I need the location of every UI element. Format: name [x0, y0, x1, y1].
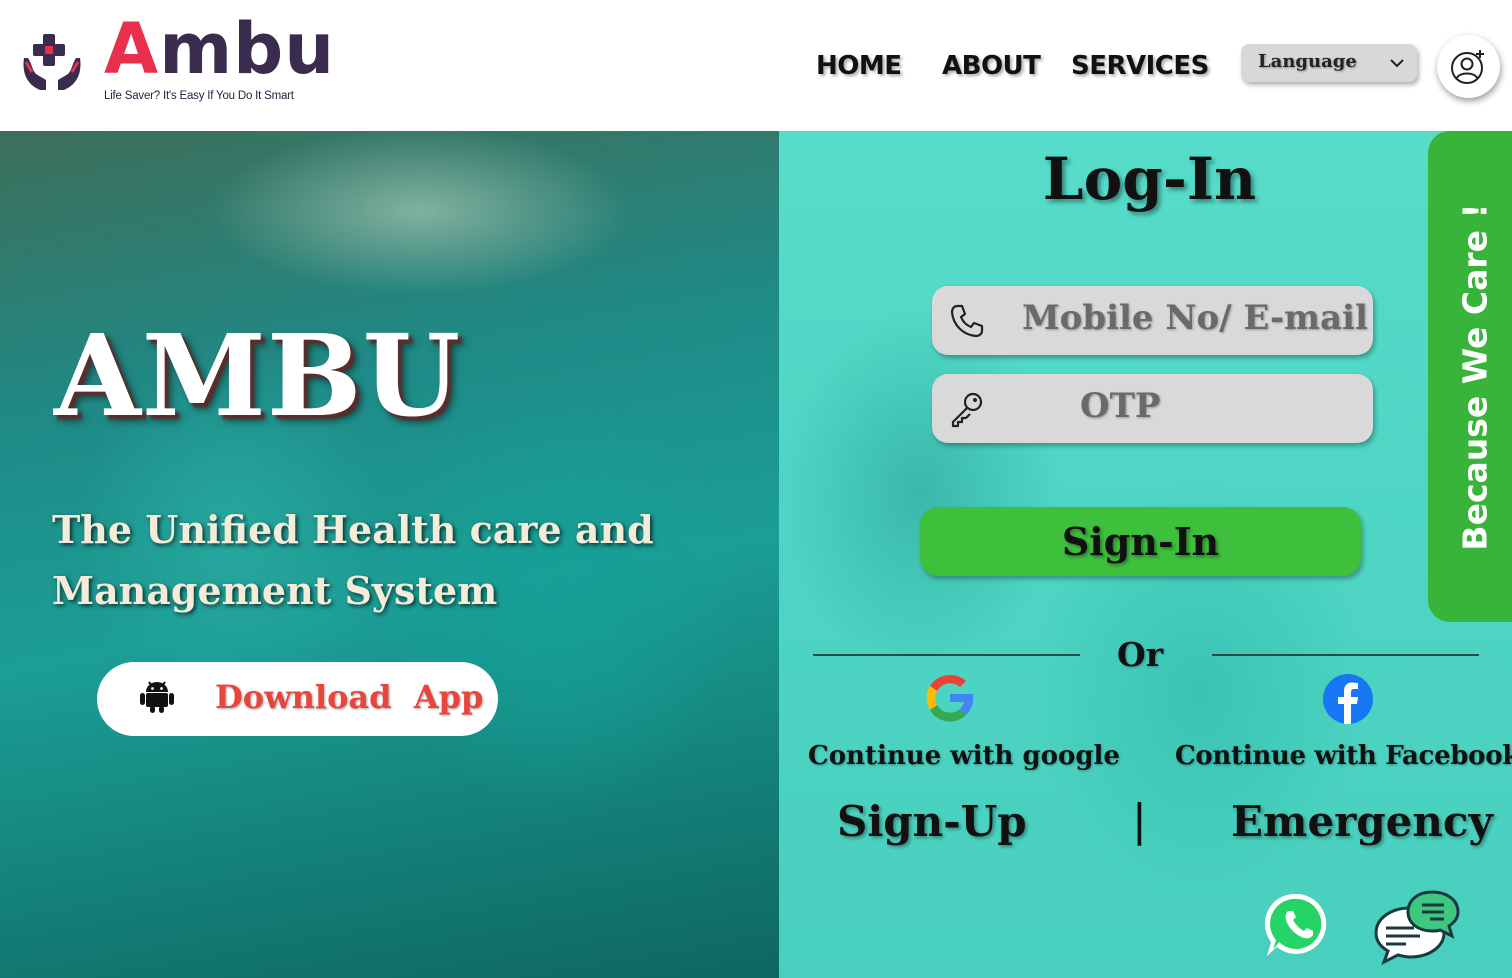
logo-icon — [18, 32, 86, 96]
sign-in-label: Sign-In — [1061, 519, 1220, 564]
download-app-label: Download App — [215, 678, 484, 716]
logo-wordmark[interactable]: Ambu — [104, 14, 335, 84]
key-icon — [951, 392, 983, 428]
add-user-icon — [1451, 50, 1484, 84]
or-label: Or — [1117, 635, 1164, 674]
android-icon — [140, 681, 174, 713]
continue-with-facebook[interactable]: Continue with Facebook — [1175, 741, 1512, 771]
divider-right — [1212, 654, 1479, 656]
nav-about[interactable]: ABOUT — [942, 46, 1041, 86]
mobile-email-placeholder: Mobile No/ E-mail — [1022, 298, 1368, 338]
divider-left — [813, 654, 1080, 656]
login-panel: Log-In Mobile No/ E-mail OTP Sign-In Or … — [779, 131, 1512, 978]
nav-home[interactable]: HOME — [816, 46, 902, 86]
header: Ambu Life Saver? It's Easy If You Do It … — [0, 0, 1512, 131]
login-title-text: Log-In — [1042, 145, 1257, 213]
language-label: Language — [1258, 51, 1357, 72]
logo-tagline: Life Saver? It's Easy If You Do It Smart — [104, 90, 294, 102]
google-icon[interactable] — [923, 671, 977, 725]
because-we-care-label: Because We Care ! — [1455, 203, 1495, 551]
otp-placeholder: OTP — [1080, 386, 1161, 426]
phone-icon — [950, 304, 984, 338]
logo-wordmark-rest: mbu — [159, 8, 336, 90]
profile-button[interactable] — [1437, 35, 1500, 98]
because-we-care-tab[interactable]: Because We Care ! — [1428, 131, 1512, 622]
otp-input[interactable]: OTP — [932, 374, 1373, 443]
facebook-icon[interactable] — [1322, 673, 1374, 725]
hero-title: AMBU — [54, 311, 462, 442]
hero-section: AMBU The Unified Health care and Managem… — [0, 131, 779, 978]
continue-with-google[interactable]: Continue with google — [808, 741, 1120, 771]
link-separator: | — [1132, 795, 1147, 846]
sign-in-button[interactable]: Sign-In — [920, 507, 1361, 576]
chat-icon[interactable] — [1372, 888, 1464, 966]
whatsapp-icon[interactable] — [1264, 891, 1332, 959]
hero-subtitle: The Unified Health care and Management S… — [52, 507, 654, 613]
emergency-link[interactable]: Emergency — [1231, 797, 1493, 846]
login-title: Log-In — [779, 145, 1512, 213]
sign-up-link[interactable]: Sign-Up — [837, 797, 1027, 846]
mobile-email-input[interactable]: Mobile No/ E-mail — [932, 286, 1373, 355]
chevron-down-icon — [1390, 59, 1404, 68]
nav-services[interactable]: SERVICES — [1071, 46, 1209, 86]
download-app-button[interactable]: Download App — [97, 662, 498, 736]
language-select[interactable]: Language — [1241, 44, 1417, 82]
logo-wordmark-first: A — [104, 8, 160, 90]
